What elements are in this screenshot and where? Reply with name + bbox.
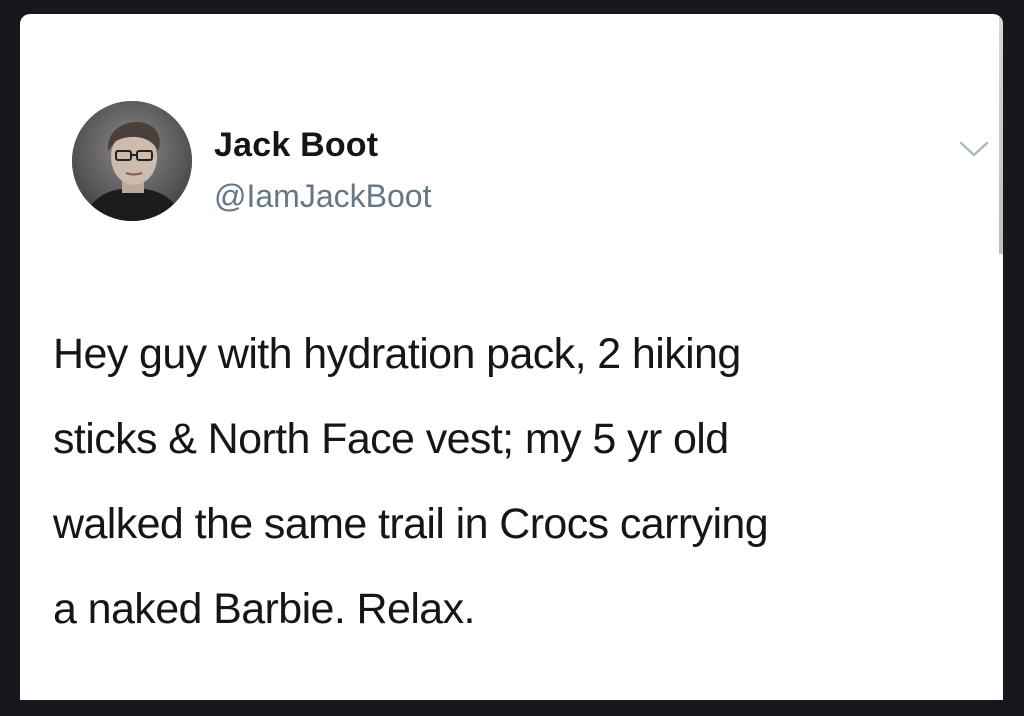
tweet-text-line: sticks & North Face vest; my 5 yr old: [53, 415, 729, 463]
display-name[interactable]: Jack Boot: [214, 126, 378, 165]
tweet-text-line: Hey guy with hydration pack, 2 hiking: [53, 330, 741, 378]
card-edge: [999, 14, 1003, 254]
screenshot-frame: Jack Boot @IamJackBoot Hey guy with hydr…: [0, 0, 1024, 716]
tweet-card: Jack Boot @IamJackBoot Hey guy with hydr…: [20, 14, 1003, 700]
avatar[interactable]: [72, 101, 192, 221]
tweet-text-line: walked the same trail in Crocs carrying: [53, 500, 769, 548]
user-handle[interactable]: @IamJackBoot: [214, 178, 431, 215]
chevron-down-svg: [959, 141, 989, 157]
avatar-photo: [72, 101, 192, 221]
tweet-text: Hey guy with hydration pack, 2 hiking st…: [53, 312, 993, 652]
chevron-down-icon[interactable]: [957, 136, 991, 162]
tweet-text-line: a naked Barbie. Relax.: [53, 585, 475, 633]
